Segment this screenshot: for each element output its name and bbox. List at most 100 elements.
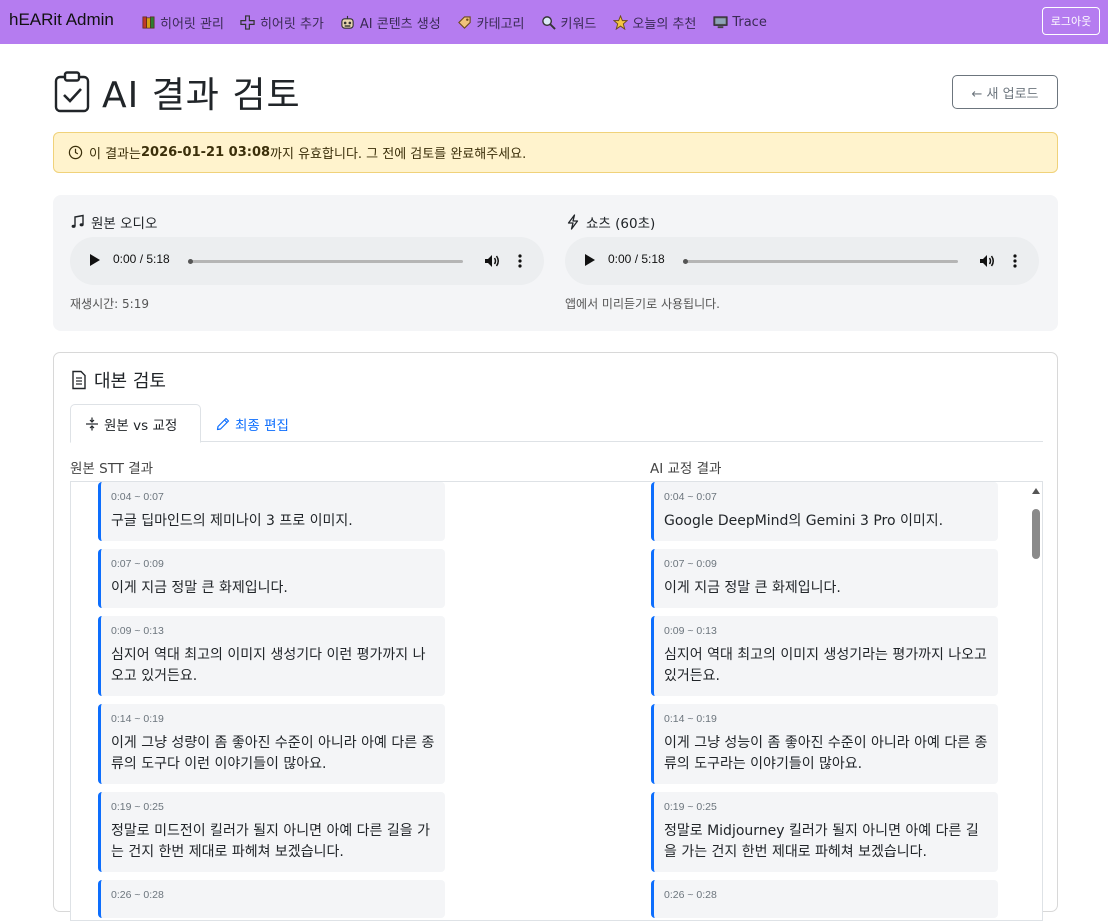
page-header: AI 결과 검토: [54, 66, 301, 118]
nav-menu: 히어릿 관리 히어릿 추가 AI 콘텐츠 생성 카테고리 키워드 오늘의 추천 …: [140, 0, 783, 44]
tag-icon: [457, 14, 473, 30]
tab-compare[interactable]: 원본 vs 교정: [70, 404, 201, 443]
new-upload-button[interactable]: ← 새 업로드: [952, 75, 1058, 109]
brand-logo[interactable]: hEARit Admin: [9, 10, 114, 30]
segment-card[interactable]: 0:19 ~ 0:25 정말로 미드전이 킬러가 될지 아니면 아예 다른 길을 …: [98, 792, 445, 872]
transcript-review-card: 대본 검토 원본 vs 교정 최종 편집 원본 STT 결과 AI 교정 결과 …: [53, 352, 1058, 921]
duration-note: 재생시간: 5:19: [70, 297, 149, 311]
segment-text: 정말로 Midjourney 킬러가 될지 아니면 아예 다른 길을 가는 건지…: [664, 823, 979, 860]
segment-card[interactable]: 0:09 ~ 0:13 심지어 역대 최고의 이미지 생성기라는 평가까지 나오고…: [651, 616, 998, 696]
segment-card[interactable]: 0:26 ~ 0:28: [98, 880, 445, 918]
music-note-icon: [71, 214, 84, 228]
segment-card[interactable]: 0:07 ~ 0:09 이게 지금 정말 큰 화제입니다.: [98, 549, 445, 608]
volume-icon[interactable]: [978, 252, 996, 270]
segment-card[interactable]: 0:09 ~ 0:13 심지어 역대 최고의 이미지 생성기다 이런 평가까지 나…: [98, 616, 445, 696]
logout-button[interactable]: 로그아웃: [1042, 7, 1100, 35]
books-icon: [140, 14, 156, 30]
monitor-icon: [712, 14, 728, 30]
scrollbar-thumb[interactable]: [1032, 509, 1040, 559]
clipboard-check-icon: [54, 71, 90, 113]
scrollbar[interactable]: [1029, 482, 1042, 920]
shorts-note: 앱에서 미리듣기로 사용됩니다.: [565, 297, 720, 311]
shorts-audio-player[interactable]: 0:00 / 5:18: [565, 237, 1039, 285]
original-audio-player[interactable]: 0:00 / 5:18: [70, 237, 544, 285]
transcript-tabs: 원본 vs 교정 최종 편집: [70, 404, 1043, 443]
segment-text: 이게 그냥 성량이 좀 좋아진 수준이 아니라 아예 다른 종류의 도구다 이런…: [111, 735, 435, 772]
original-stt-header: 원본 STT 결과: [70, 461, 154, 477]
segment-text: 심지어 역대 최고의 이미지 생성기다 이런 평가까지 나오고 있거든요.: [111, 647, 426, 684]
segment-timestamp: 0:09 ~ 0:13: [111, 625, 164, 637]
segment-text: 이게 지금 정말 큰 화제입니다.: [664, 580, 841, 596]
alert-suffix: 까지 유효합니다. 그 전에 검토를 완료해주세요.: [270, 147, 527, 162]
audio-label-text: 쇼츠 (60초): [586, 216, 656, 232]
nav-item-category[interactable]: 카테고리: [457, 13, 525, 32]
clock-icon: [68, 145, 83, 160]
ai-corrected-header: AI 교정 결과: [650, 461, 722, 477]
page-title: AI 결과 검토: [102, 75, 301, 116]
alert-prefix: 이 결과는: [89, 147, 141, 162]
player-time: 0:00 / 5:18: [608, 252, 665, 266]
nav-item-hearit-add[interactable]: 히어릿 추가: [240, 13, 324, 32]
nav-item-label: 카테고리: [476, 16, 525, 32]
nav-item-label: 히어릿 추가: [259, 16, 324, 32]
segment-card[interactable]: 0:14 ~ 0:19 이게 그냥 성능이 좀 좋아진 수준이 아니라 아예 다른…: [651, 704, 998, 784]
nav-item-keyword[interactable]: 키워드: [541, 13, 596, 32]
segment-card[interactable]: 0:14 ~ 0:19 이게 그냥 성량이 좀 좋아진 수준이 아니라 아예 다른…: [98, 704, 445, 784]
scroll-up-arrow[interactable]: [1032, 488, 1040, 494]
segment-text: 이게 지금 정말 큰 화제입니다.: [111, 580, 288, 596]
player-time: 0:00 / 5:18: [113, 252, 170, 266]
nav-item-ai-content[interactable]: AI 콘텐츠 생성: [340, 13, 441, 32]
nav-item-label: AI 콘텐츠 생성: [359, 16, 441, 32]
segment-card[interactable]: 0:26 ~ 0:28: [651, 880, 998, 918]
tab-final-edit-label: 최종 편집: [235, 417, 289, 434]
segment-timestamp: 0:04 ~ 0:07: [664, 491, 717, 503]
corrected-segment-list: 0:04 ~ 0:07 Google DeepMind의 Gemini 3 Pro…: [651, 482, 998, 920]
audio-panel: 원본 오디오 0:00 / 5:18 재생시간: 5:19 쇼츠 (60초) 0…: [53, 195, 1058, 331]
segment-card[interactable]: 0:19 ~ 0:25 정말로 Midjourney 킬러가 될지 아니면 아예 …: [651, 792, 998, 872]
tab-final-edit[interactable]: 최종 편집: [202, 404, 303, 443]
magnifier-icon: [541, 14, 557, 30]
pencil-icon: [216, 417, 230, 430]
play-icon[interactable]: [585, 254, 595, 266]
transcript-scroll-area[interactable]: 0:04 ~ 0:07 구글 딥마인드의 제미나이 3 프로 이미지. 0:07 ~…: [70, 481, 1043, 921]
segment-timestamp: 0:14 ~ 0:19: [111, 713, 164, 725]
original-audio-section: 원본 오디오 0:00 / 5:18 재생시간: 5:19: [70, 213, 544, 312]
nav-item-today-pick[interactable]: 오늘의 추천: [612, 13, 696, 32]
seek-bar[interactable]: [683, 259, 958, 264]
nav-item-label: 히어릿 관리: [160, 16, 224, 32]
transcript-title: 대본 검토: [70, 367, 166, 393]
segment-text: 정말로 미드전이 킬러가 될지 아니면 아예 다른 길을 가는 건지 한번 제대…: [111, 823, 430, 860]
seek-thumb[interactable]: [683, 259, 688, 264]
audio-label-text: 원본 오디오: [91, 216, 158, 232]
segment-card[interactable]: 0:04 ~ 0:07 구글 딥마인드의 제미나이 3 프로 이미지.: [98, 482, 445, 541]
expiry-alert: 이 결과는 2026-01-21 03:08 까지 유효합니다. 그 전에 검토를…: [53, 132, 1058, 173]
more-options-icon[interactable]: [517, 253, 523, 269]
nav-item-trace[interactable]: Trace: [712, 14, 767, 30]
segment-timestamp: 0:26 ~ 0:28: [664, 889, 717, 901]
seek-thumb[interactable]: [188, 259, 193, 264]
segment-timestamp: 0:19 ~ 0:25: [111, 801, 164, 813]
volume-icon[interactable]: [483, 252, 501, 270]
segment-text: Google DeepMind의 Gemini 3 Pro 이미지.: [664, 513, 944, 529]
segment-text: 심지어 역대 최고의 이미지 생성기라는 평가까지 나오고 있거든요.: [664, 647, 987, 684]
original-audio-label: 원본 오디오: [70, 213, 544, 232]
segment-card[interactable]: 0:07 ~ 0:09 이게 지금 정말 큰 화제입니다.: [651, 549, 998, 608]
seek-bar[interactable]: [188, 259, 463, 264]
segment-timestamp: 0:07 ~ 0:09: [664, 558, 717, 570]
star-icon: [612, 14, 628, 30]
lightning-icon: [567, 214, 579, 230]
alert-expiry-time: 2026-01-21 03:08: [140, 145, 271, 160]
shorts-audio-label: 쇼츠 (60초): [565, 213, 1039, 232]
segment-timestamp: 0:04 ~ 0:07: [111, 491, 164, 503]
segment-timestamp: 0:19 ~ 0:25: [664, 801, 717, 813]
robot-icon: [340, 14, 356, 30]
nav-item-hearit-manage[interactable]: 히어릿 관리: [140, 13, 224, 32]
shorts-audio-section: 쇼츠 (60초) 0:00 / 5:18 앱에서 미리듣기로 사용됩니다.: [565, 213, 1039, 312]
tab-compare-label: 원본 vs 교정: [104, 417, 178, 434]
play-icon[interactable]: [90, 254, 100, 266]
segment-timestamp: 0:09 ~ 0:13: [664, 625, 717, 637]
more-options-icon[interactable]: [1012, 253, 1018, 269]
split-vertical-icon: [86, 417, 98, 430]
segment-card[interactable]: 0:04 ~ 0:07 Google DeepMind의 Gemini 3 Pro…: [651, 482, 998, 541]
nav-item-label: 오늘의 추천: [632, 16, 697, 32]
